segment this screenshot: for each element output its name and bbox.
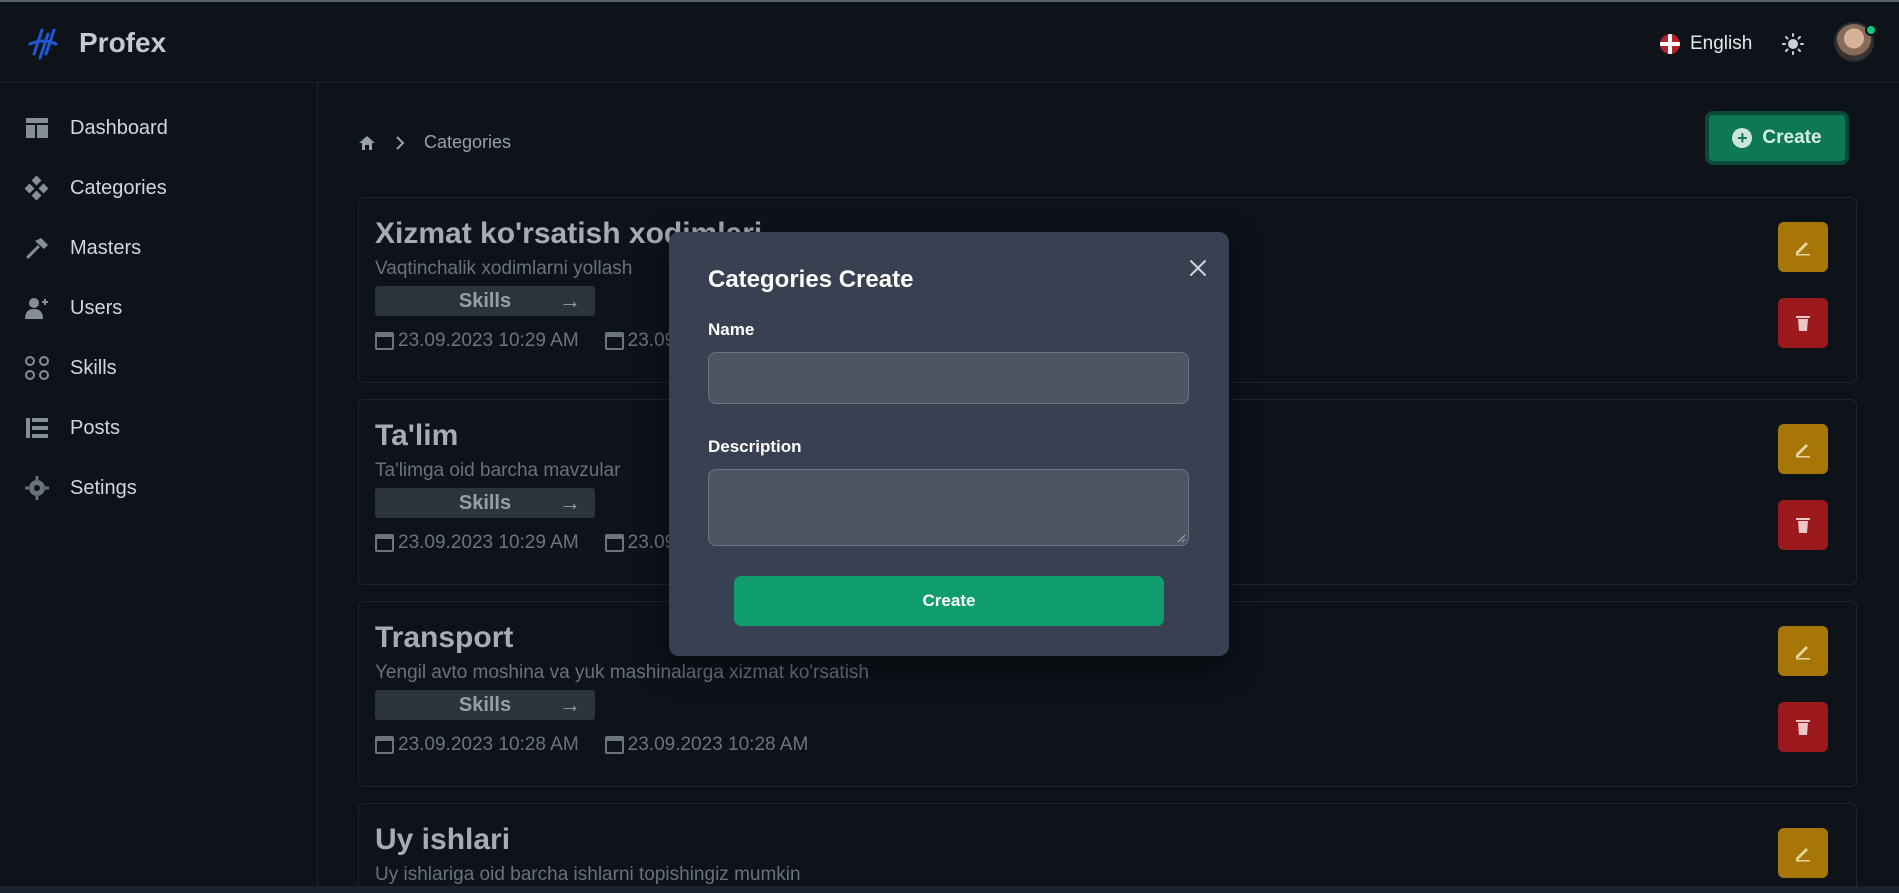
close-icon[interactable] — [1188, 258, 1208, 278]
submit-create-button[interactable]: Create — [734, 576, 1164, 626]
name-label: Name — [708, 320, 755, 339]
submit-create-label: Create — [922, 591, 976, 610]
create-category-modal: Categories Create Name Description Creat… — [669, 232, 1229, 656]
name-input[interactable] — [708, 352, 1189, 404]
modal-title: Categories Create — [708, 266, 914, 293]
description-textarea[interactable] — [708, 469, 1189, 546]
resize-grip-icon[interactable] — [1176, 533, 1186, 543]
description-label: Description — [708, 437, 802, 456]
